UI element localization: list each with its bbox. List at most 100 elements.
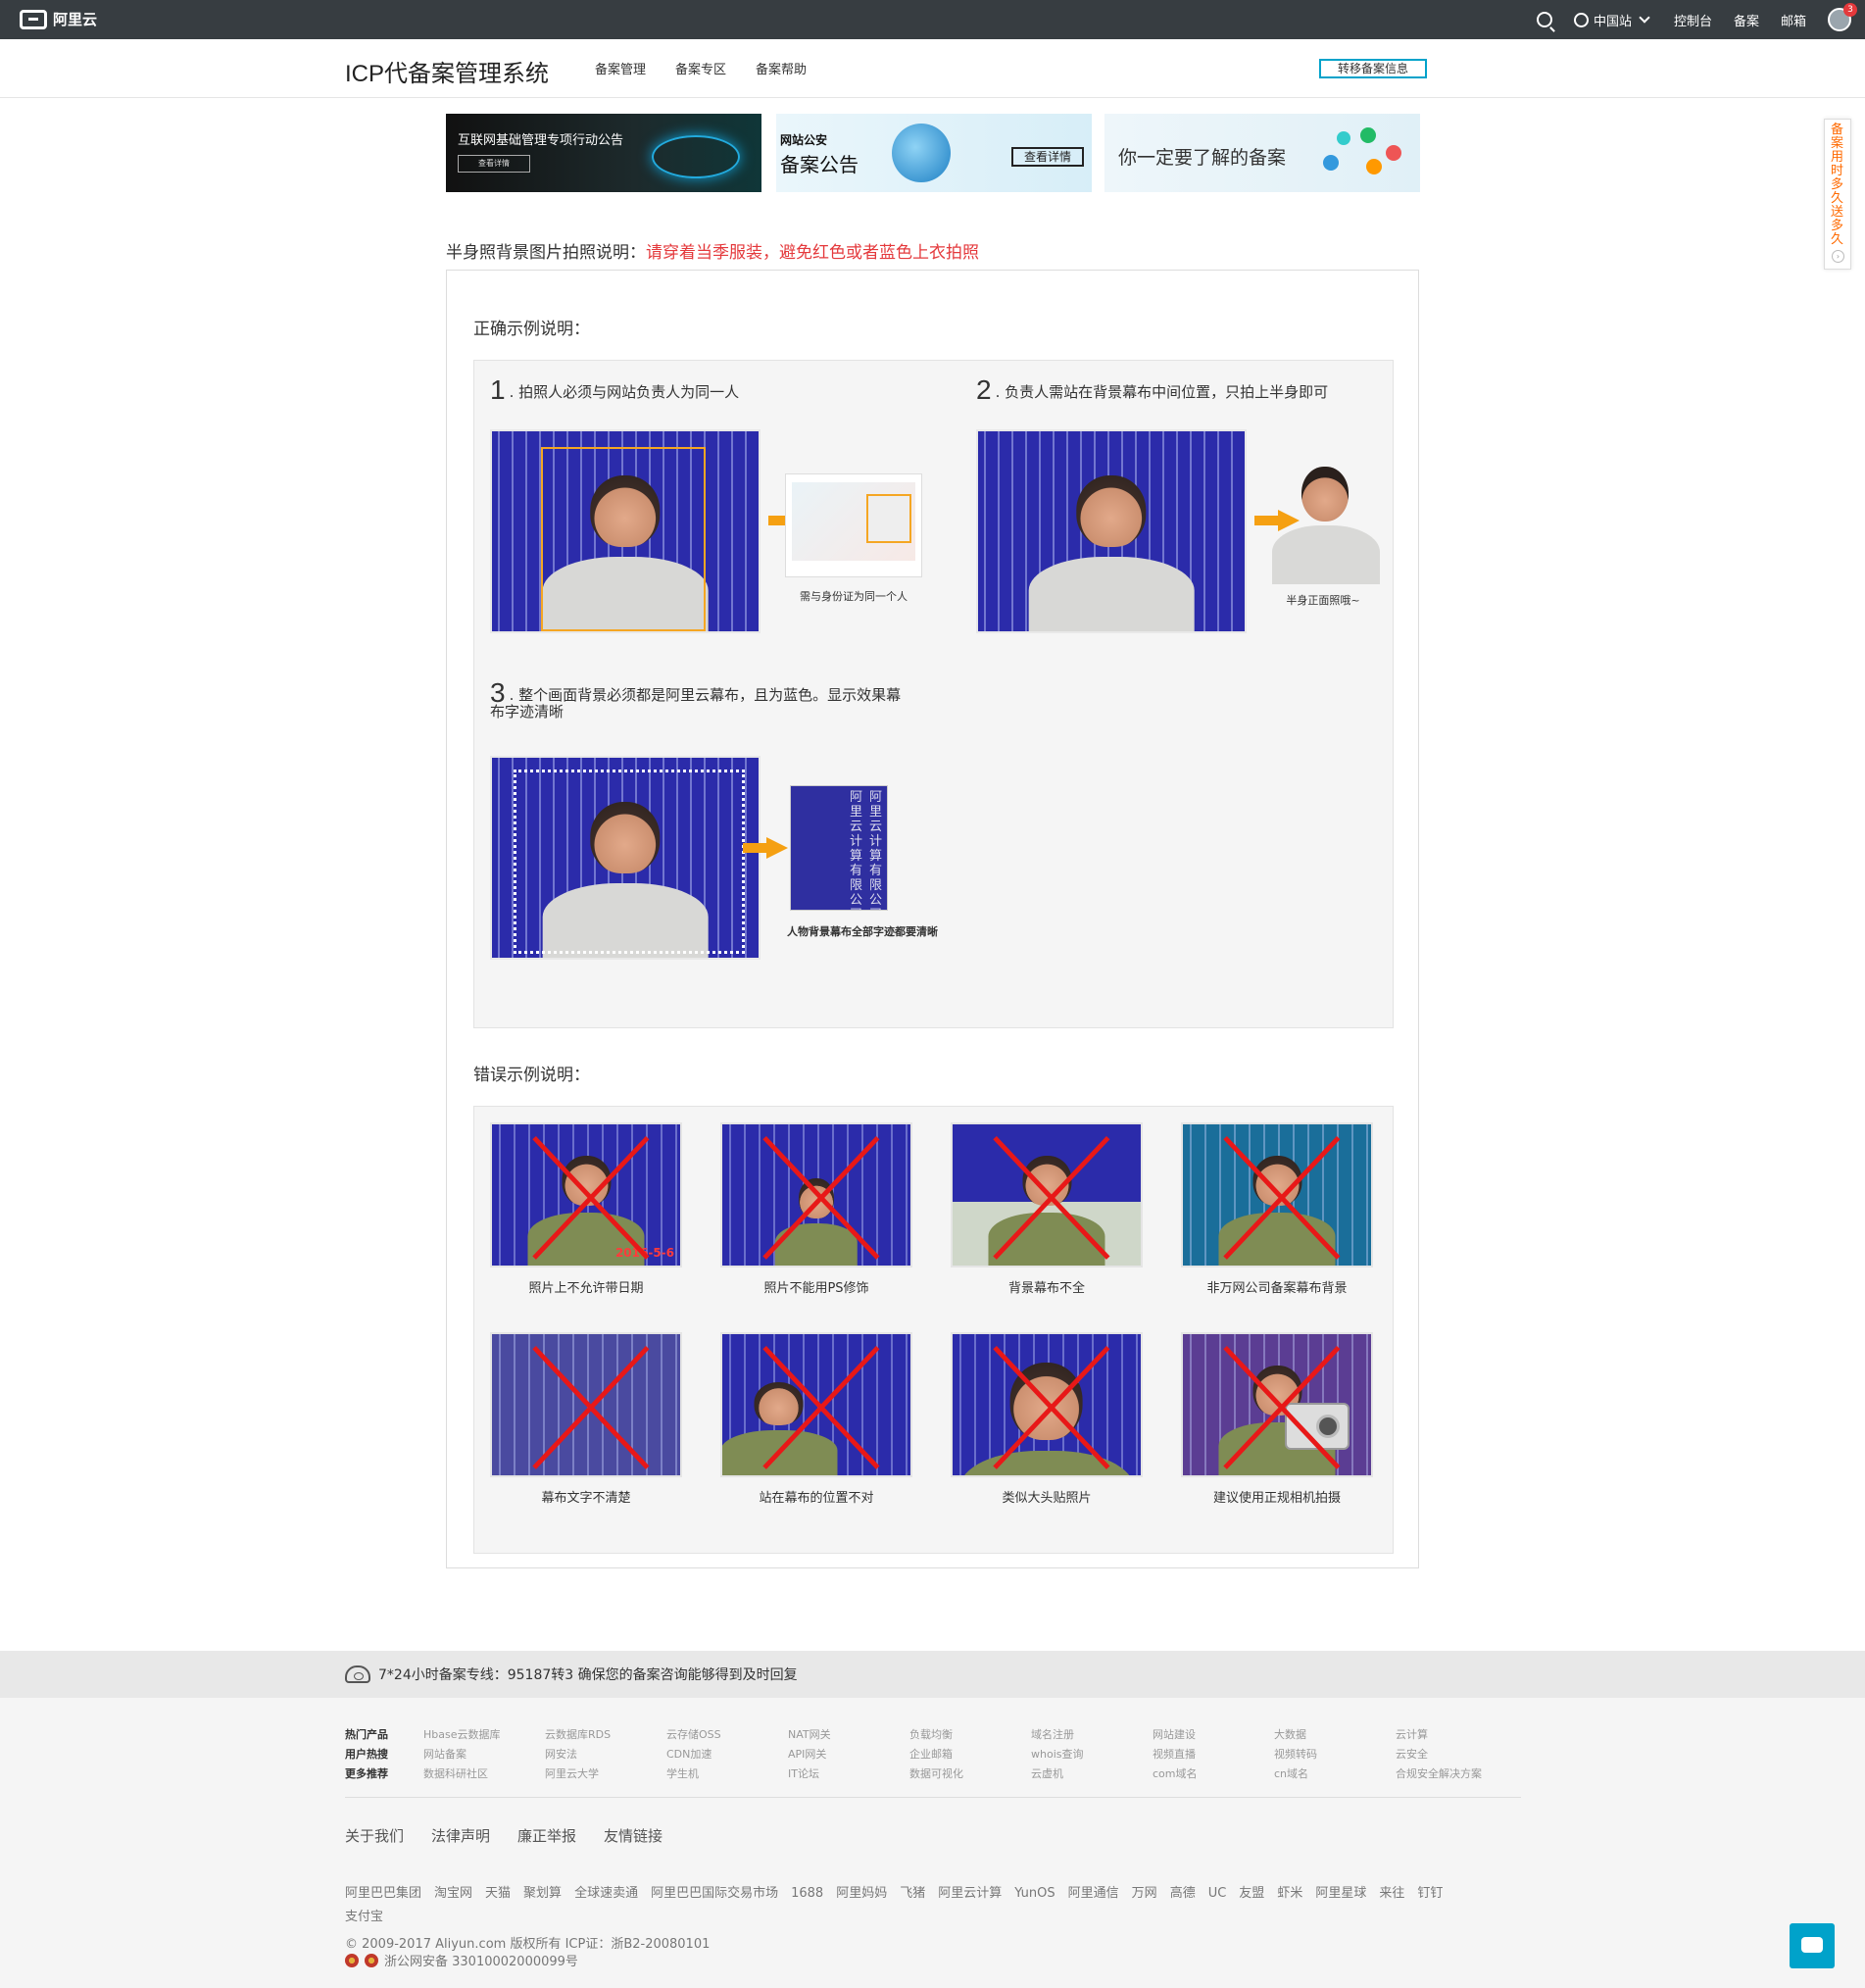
footer-product-link[interactable]: 数据科研社区 bbox=[423, 1764, 488, 1784]
partner-link[interactable]: 1688 bbox=[791, 1882, 823, 1906]
banner-details-button[interactable]: 查看详情 bbox=[458, 155, 530, 173]
console-link[interactable]: 控制台 bbox=[1674, 11, 1712, 29]
main-nav: 备案管理 备案专区 备案帮助 bbox=[595, 59, 807, 77]
footer-product-link[interactable]: 视频转码 bbox=[1274, 1745, 1317, 1764]
footer-product-link[interactable]: whois查询 bbox=[1031, 1745, 1084, 1764]
partner-link[interactable]: 阿里妈妈 bbox=[836, 1882, 887, 1906]
transfer-beian-button[interactable]: 转移备案信息 bbox=[1319, 59, 1427, 78]
partner-link[interactable]: 支付宝 bbox=[345, 1906, 383, 1929]
footer-product-link[interactable]: 域名注册 bbox=[1031, 1725, 1074, 1745]
id-card-image bbox=[785, 473, 922, 577]
footer-product-link[interactable]: cn域名 bbox=[1274, 1764, 1308, 1784]
partner-link[interactable]: 钉钉 bbox=[1417, 1882, 1443, 1906]
police-record-text[interactable]: 浙公网安备 33010002000099号 bbox=[384, 1951, 578, 1969]
partner-link[interactable]: 全球速卖通 bbox=[574, 1882, 638, 1906]
mail-link[interactable]: 邮箱 bbox=[1781, 11, 1806, 29]
nav-beian-help[interactable]: 备案帮助 bbox=[756, 59, 807, 77]
banner-title: 互联网基础管理专项行动公告 bbox=[458, 133, 624, 148]
partner-links: 阿里巴巴集团 淘宝网 天猫 聚划算 全球速卖通 阿里巴巴国际交易市场 1688 阿里妈妈 飞猪阿… bbox=[345, 1882, 1501, 1929]
top-bar: 阿里云 中国站 控制台 备案 邮箱 3 bbox=[0, 0, 1865, 39]
banner-police-beian[interactable]: 网站公安 备案公告 查看详情 bbox=[776, 114, 1092, 192]
footer-product-link[interactable]: 云存储OSS bbox=[666, 1725, 721, 1745]
example-1-caption: 需与身份证为同一个人 bbox=[800, 590, 908, 603]
logo-text: 阿里云 bbox=[53, 11, 98, 28]
footer-product-link[interactable]: 企业邮箱 bbox=[909, 1745, 953, 1764]
partner-link[interactable]: 淘宝网 bbox=[434, 1882, 472, 1906]
side-promo-tab[interactable]: 备案用时多久送多久 › bbox=[1824, 119, 1851, 270]
footer-product-link[interactable]: CDN加速 bbox=[666, 1745, 712, 1764]
banner-beian-guide[interactable]: 你一定要了解的备案 bbox=[1104, 114, 1420, 192]
partner-link[interactable]: 阿里巴巴集团 bbox=[345, 1882, 421, 1906]
footer-product-link[interactable]: NAT网关 bbox=[788, 1725, 831, 1745]
footer-product-link[interactable]: 云数据库RDS bbox=[545, 1725, 611, 1745]
nav-beian-manage[interactable]: 备案管理 bbox=[595, 59, 646, 77]
footer-product-link[interactable]: 云安全 bbox=[1396, 1745, 1428, 1764]
globe-icon bbox=[892, 124, 951, 182]
partner-link[interactable]: 聚划算 bbox=[523, 1882, 562, 1906]
banner-announcement[interactable]: 互联网基础管理专项行动公告 查看详情 bbox=[446, 114, 761, 192]
footer-product-link[interactable]: 阿里云大学 bbox=[545, 1764, 599, 1784]
partner-link[interactable]: YunOS bbox=[1014, 1882, 1055, 1906]
nav-beian-zone[interactable]: 备案专区 bbox=[675, 59, 726, 77]
footer-product-link[interactable]: 网安法 bbox=[545, 1745, 577, 1764]
aliyun-logo[interactable]: 阿里云 bbox=[20, 9, 97, 29]
footer-product-link[interactable]: IT论坛 bbox=[788, 1764, 819, 1784]
search-icon[interactable] bbox=[1536, 12, 1552, 27]
partner-link[interactable]: 阿里星球 bbox=[1315, 1882, 1366, 1906]
banner-details-button[interactable]: 查看详情 bbox=[1011, 147, 1084, 167]
partner-link[interactable]: 友盟 bbox=[1239, 1882, 1264, 1906]
red-cross-icon bbox=[532, 1135, 650, 1260]
footer-link-about[interactable]: 关于我们 bbox=[345, 1825, 404, 1846]
partner-link[interactable]: 高德 bbox=[1170, 1882, 1196, 1906]
instruction-box: 正确示例说明： 1. 拍照人必须与网站负责人为同一人 需与身份证为同一个人 2.… bbox=[446, 270, 1419, 1568]
aliyun-logo-icon bbox=[20, 9, 47, 29]
wrong-example-caption: 幕布文字不清楚 bbox=[541, 1491, 631, 1506]
footer-product-link[interactable]: 大数据 bbox=[1274, 1725, 1306, 1745]
avatar[interactable]: 3 bbox=[1828, 3, 1857, 31]
footer-link-friends[interactable]: 友情链接 bbox=[604, 1825, 663, 1846]
partner-link[interactable]: 阿里云计算 bbox=[938, 1882, 1002, 1906]
footer-product-link[interactable]: 数据可视化 bbox=[909, 1764, 963, 1784]
correct-section-title: 正确示例说明： bbox=[473, 320, 590, 339]
footer-product-link[interactable]: 视频直播 bbox=[1153, 1745, 1196, 1764]
partner-link[interactable]: 阿里巴巴国际交易市场 bbox=[651, 1882, 778, 1906]
wrong-example-caption: 建议使用正规相机拍摄 bbox=[1212, 1491, 1341, 1506]
partner-link[interactable]: 飞猪 bbox=[900, 1882, 925, 1906]
footer-link-legal[interactable]: 法律声明 bbox=[431, 1825, 490, 1846]
partner-link[interactable]: 万网 bbox=[1132, 1882, 1157, 1906]
footer-product-link[interactable]: 网站备案 bbox=[423, 1745, 466, 1764]
partner-link[interactable]: 虾米 bbox=[1277, 1882, 1302, 1906]
site-header: ICP代备案管理系统 备案管理 备案专区 备案帮助 转移备案信息 bbox=[0, 39, 1865, 98]
banner-title: 备案公告 bbox=[780, 153, 859, 176]
id-card-photo bbox=[866, 494, 911, 543]
correct-photo-2 bbox=[976, 429, 1247, 633]
footer-product-link[interactable]: API网关 bbox=[788, 1745, 826, 1764]
footer-product-link[interactable]: 合规安全解决方案 bbox=[1396, 1764, 1482, 1784]
footer-product-link[interactable]: 云虚机 bbox=[1031, 1764, 1063, 1784]
partner-link[interactable]: UC bbox=[1208, 1882, 1227, 1906]
partner-link[interactable]: 来往 bbox=[1379, 1882, 1404, 1906]
footer-product-link[interactable]: Hbase云数据库 bbox=[423, 1725, 501, 1745]
region-selector[interactable]: 中国站 bbox=[1573, 11, 1652, 29]
chat-icon[interactable] bbox=[1790, 1923, 1835, 1968]
beian-link[interactable]: 备案 bbox=[1734, 11, 1759, 29]
example-number: 1 bbox=[490, 374, 506, 405]
page-title[interactable]: ICP代备案管理系统 bbox=[345, 54, 549, 88]
correct-examples-panel: 1. 拍照人必须与网站负责人为同一人 需与身份证为同一个人 2. 负责人需站在背… bbox=[473, 360, 1394, 1028]
wrong-section-title: 错误示例说明： bbox=[473, 1066, 590, 1085]
example-2-heading: 2. 负责人需站在背景幕布中间位置，只拍上半身即可 bbox=[976, 374, 1328, 406]
footer-product-link[interactable]: com域名 bbox=[1153, 1764, 1198, 1784]
footer-product-link[interactable]: 网站建设 bbox=[1153, 1725, 1196, 1745]
partner-link[interactable]: 天猫 bbox=[485, 1882, 511, 1906]
partner-link[interactable]: 阿里通信 bbox=[1068, 1882, 1119, 1906]
red-cross-icon bbox=[762, 1345, 880, 1469]
red-cross-icon bbox=[993, 1135, 1110, 1260]
example-3-heading: 3. 整个画面背景必须都是阿里云幕布，且为蓝色。显示效果幕布字迹清晰 bbox=[490, 679, 902, 721]
wrong-example-caption: 背景幕布不全 bbox=[1007, 1281, 1085, 1296]
red-cross-icon bbox=[762, 1135, 880, 1260]
footer-link-report[interactable]: 廉正举报 bbox=[517, 1825, 576, 1846]
footer-product-link[interactable]: 学生机 bbox=[666, 1764, 699, 1784]
footer-product-link[interactable]: 云计算 bbox=[1396, 1725, 1428, 1745]
globe-icon bbox=[1573, 12, 1589, 27]
footer-product-link[interactable]: 负载均衡 bbox=[909, 1725, 953, 1745]
